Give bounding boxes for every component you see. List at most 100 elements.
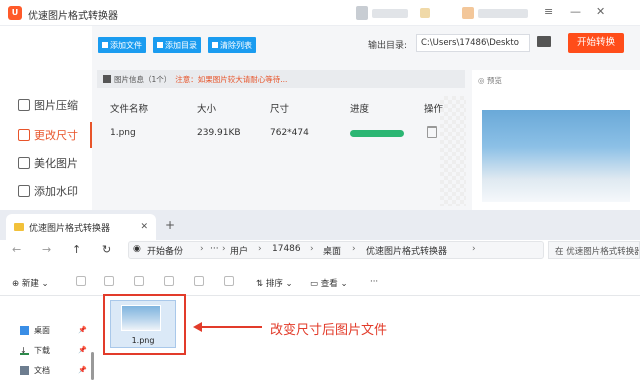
add-dir-label: 添加目录 [165, 40, 197, 50]
title-bar: U 优速图片格式转换器 ≡ — ✕ [0, 0, 640, 26]
add-dir-button[interactable]: 添加目录 [153, 37, 201, 53]
share-icon[interactable] [194, 276, 204, 286]
breadcrumb-folder[interactable]: 优速图片格式转换器 [366, 244, 447, 257]
desktop-icon [20, 326, 29, 335]
start-convert-button[interactable]: 开始转换 [568, 33, 624, 53]
back-icon[interactable]: ← [12, 243, 21, 256]
download-icon: ↓ [20, 346, 29, 355]
view-button[interactable]: ▭ 查看 ⌄ [310, 277, 348, 289]
pin-icon[interactable]: 📌 [78, 346, 87, 354]
col-header-name: 文件名称 [110, 104, 149, 115]
breadcrumb-sep: › [222, 244, 226, 254]
explorer-tab[interactable]: 优速图片格式转换器 ✕ [6, 214, 156, 240]
transparency-pattern [440, 96, 466, 206]
beautify-icon [18, 157, 30, 169]
breadcrumb-desktop[interactable]: 桌面 [323, 244, 341, 257]
clear-icon [212, 42, 218, 48]
account-name [478, 9, 528, 18]
preview-label-text: 预览 [486, 76, 502, 85]
sidebar-item-compress[interactable]: 图片压缩 [0, 92, 92, 118]
nav-item-desktop[interactable]: 桌面 [20, 325, 50, 336]
tab-title: 优速图片格式转换器 [29, 223, 111, 234]
highlight-box [103, 294, 186, 355]
user-avatar[interactable] [356, 6, 368, 20]
paste-icon[interactable] [134, 276, 144, 286]
trash-icon[interactable] [427, 126, 437, 138]
preview-image [482, 110, 630, 202]
sort-icon: ⇅ [256, 279, 266, 289]
preview-label: ◎ 预览 [478, 75, 502, 86]
nav-label: 文档 [34, 366, 50, 375]
document-icon [20, 366, 29, 375]
active-indicator [90, 122, 92, 148]
breadcrumb-backup[interactable]: 开始备份 [147, 244, 183, 257]
sidebar-item-label: 更改尺寸 [34, 129, 78, 142]
info-warning: 注意：如果图片较大请耐心等待... [175, 74, 288, 84]
breadcrumb-sep: › [352, 244, 356, 254]
col-header-progress: 进度 [350, 104, 370, 115]
output-path-field[interactable]: C:\Users\17486\Deskto [416, 34, 530, 52]
new-tab-button[interactable]: + [165, 218, 175, 232]
nav-scrollbar[interactable] [91, 352, 94, 380]
info-bar: 图片信息（1个） 注意：如果图片较大请耐心等待... [97, 70, 465, 88]
add-file-label: 添加文件 [110, 40, 142, 50]
up-icon[interactable]: ↑ [72, 243, 81, 256]
app-title: 优速图片格式转换器 [28, 11, 118, 22]
breadcrumb-more[interactable]: ··· [210, 244, 219, 254]
nav-item-downloads[interactable]: ↓ 下载 [20, 345, 50, 356]
output-dir-label: 输出目录: [368, 41, 408, 51]
file-name-cell: 1.png [110, 128, 136, 138]
close-tab-icon[interactable]: ✕ [140, 222, 148, 232]
resize-icon [18, 129, 30, 141]
forward-icon[interactable]: → [42, 243, 51, 256]
nav-label: 下载 [34, 346, 50, 355]
copy-icon[interactable] [104, 276, 114, 286]
sidebar-item-label: 美化图片 [34, 157, 78, 170]
info-label: 图片信息（1个） [114, 74, 172, 84]
image-icon [103, 75, 111, 83]
sort-button[interactable]: ⇅ 排序 ⌄ [256, 277, 293, 289]
view-label: 查看 [320, 279, 338, 289]
pin-icon[interactable]: 📌 [78, 366, 87, 374]
sidebar-item-resize[interactable]: 更改尺寸 [0, 122, 92, 148]
breadcrumb-users[interactable]: 用户 [230, 244, 248, 257]
sort-label: 排序 [265, 279, 283, 289]
minimize-icon[interactable]: — [570, 5, 581, 18]
add-folder-icon [157, 42, 163, 48]
search-input[interactable]: 在 优速图片格式转换器 [548, 241, 640, 259]
new-button[interactable]: ⊕ 新建 ⌄ [12, 277, 49, 289]
delete-icon[interactable] [224, 276, 234, 286]
more-button[interactable]: ··· [370, 277, 378, 287]
close-icon[interactable]: ✕ [596, 5, 605, 18]
sidebar-item-label: 图片压缩 [34, 99, 78, 112]
folder-icon[interactable] [537, 36, 551, 47]
clear-list-button[interactable]: 清除列表 [208, 37, 256, 53]
sidebar-item-beautify[interactable]: 美化图片 [0, 150, 92, 176]
account-info [372, 9, 408, 18]
new-label: 新建 [21, 279, 39, 289]
col-header-size: 大小 [197, 104, 217, 115]
watermark-icon [18, 185, 30, 197]
sidebar-item-watermark[interactable]: 添加水印 [0, 178, 92, 204]
rename-icon[interactable] [164, 276, 174, 286]
badge-icon-2 [462, 7, 474, 19]
breadcrumb-sep: › [200, 244, 204, 254]
menu-icon[interactable]: ≡ [544, 5, 553, 18]
nav-label: 桌面 [34, 326, 50, 335]
refresh-icon[interactable]: ↻ [102, 243, 111, 256]
app-logo-icon: U [8, 6, 22, 20]
nav-item-documents[interactable]: 文档 [20, 365, 50, 376]
pin-icon[interactable]: 📌 [78, 326, 87, 334]
breadcrumb-userid[interactable]: 17486 [272, 244, 301, 254]
new-icon: ⊕ [12, 279, 22, 289]
annotation-text: 改变尺寸后图片文件 [270, 323, 388, 338]
file-size-cell: 239.91KB [197, 128, 241, 138]
add-file-button[interactable]: 添加文件 [98, 37, 146, 53]
add-file-icon [102, 42, 108, 48]
clear-list-label: 清除列表 [220, 40, 252, 50]
breadcrumb-sep: › [310, 244, 314, 254]
preview-icon: ◎ [478, 76, 487, 85]
cut-icon[interactable] [76, 276, 86, 286]
annotation-arrow [200, 326, 262, 328]
sidebar-item-label: 添加水印 [34, 185, 78, 198]
